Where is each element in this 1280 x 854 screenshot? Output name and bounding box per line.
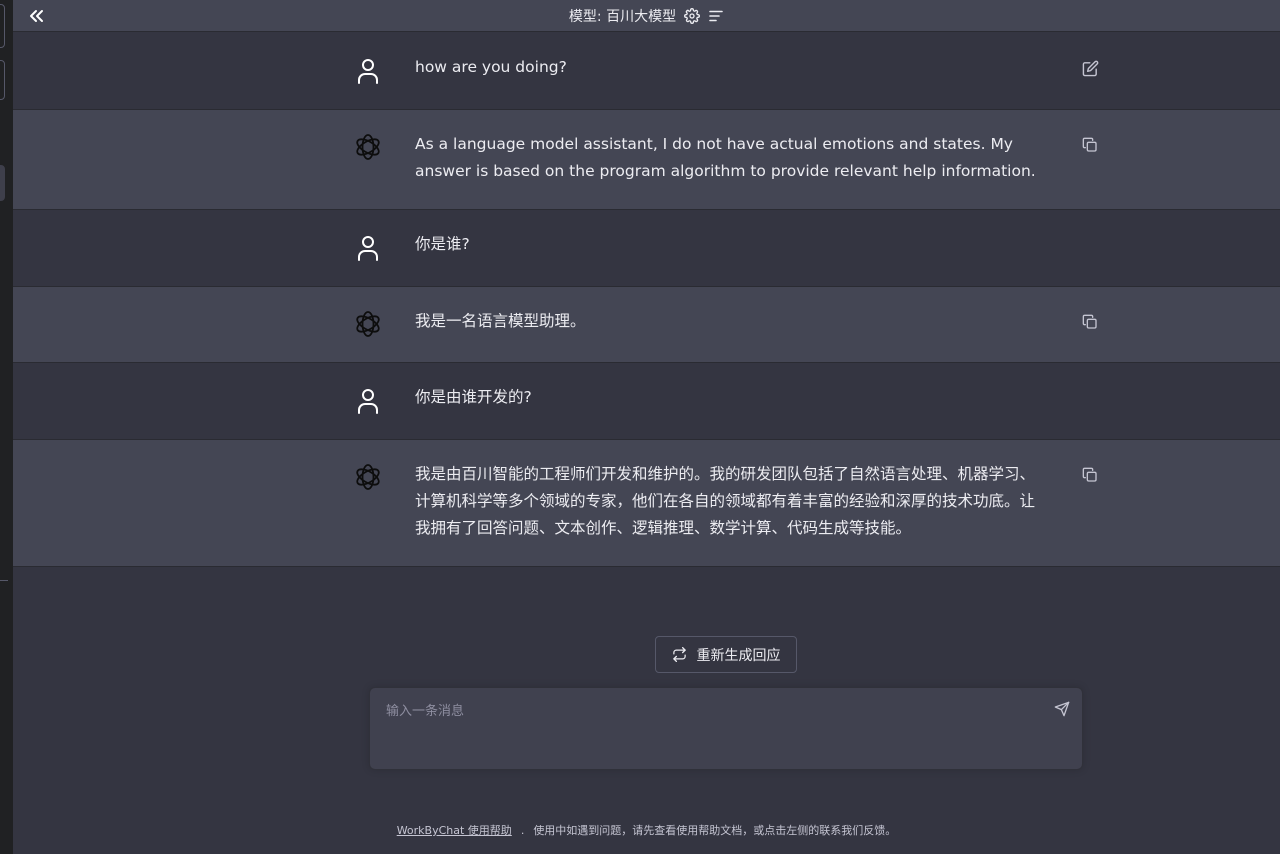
message-row-assistant: 我是由百川智能的工程师们开发和维护的。我的研发团队包括了自然语言处理、机器学习、…	[13, 440, 1280, 567]
message-text: 我是一名语言模型助理。	[415, 312, 586, 330]
edit-icon	[1082, 60, 1098, 76]
footer-text: 使用中如遇到问题，请先查看使用帮助文档，或点击左侧的联系我们反馈。	[533, 824, 897, 837]
sidebar-fragment	[0, 4, 5, 48]
settings-button[interactable]	[684, 8, 701, 24]
sidebar-fragment	[0, 60, 5, 100]
help-link[interactable]: WorkByChat 使用帮助	[397, 824, 512, 837]
sidebar-divider	[0, 580, 8, 581]
copy-icon	[1082, 314, 1097, 329]
regenerate-response-button[interactable]: 重新生成回应	[655, 636, 797, 673]
copy-icon	[1082, 137, 1097, 152]
message-text: As a language model assistant, I do not …	[415, 135, 1036, 180]
send-icon	[1054, 701, 1070, 717]
copy-icon	[1082, 467, 1097, 482]
user-icon	[358, 59, 378, 84]
user-avatar	[353, 386, 383, 416]
message-row-user: how are you doing?	[13, 33, 1280, 110]
message-composer	[369, 687, 1083, 770]
message-row-user: 你是由谁开发的?	[13, 363, 1280, 440]
message-input[interactable]	[370, 688, 1082, 769]
message-text: 你是谁?	[415, 235, 470, 253]
openai-logo-icon	[356, 311, 380, 337]
openai-logo-icon	[356, 134, 380, 160]
assistant-avatar	[353, 309, 383, 339]
copy-message-button[interactable]	[1080, 312, 1100, 332]
assistant-avatar	[353, 462, 383, 492]
message-text: 我是由百川智能的工程师们开发和维护的。我的研发团队包括了自然语言处理、机器学习、…	[415, 465, 1036, 537]
user-icon	[358, 236, 378, 261]
edit-message-button[interactable]	[1080, 58, 1100, 78]
copy-message-button[interactable]	[1080, 465, 1100, 485]
gear-icon	[684, 8, 701, 24]
sidebar-fragment	[0, 165, 5, 201]
message-row-assistant: As a language model assistant, I do not …	[13, 110, 1280, 210]
footer-separator: .	[520, 824, 525, 837]
message-text: 你是由谁开发的?	[415, 388, 532, 406]
footer-note: WorkByChat 使用帮助. 使用中如遇到问题，请先查看使用帮助文档，或点击左…	[13, 822, 1280, 838]
openai-logo-icon	[356, 464, 380, 490]
user-icon	[358, 389, 378, 414]
header-center: 模型: 百川大模型	[13, 0, 1280, 32]
regenerate-label: 重新生成回应	[696, 647, 781, 664]
menu-lines-icon	[709, 10, 723, 22]
user-avatar	[353, 56, 383, 86]
message-row-assistant: 我是一名语言模型助理。	[13, 287, 1280, 363]
copy-message-button[interactable]	[1080, 135, 1100, 155]
send-button[interactable]	[1052, 699, 1072, 719]
menu-button[interactable]	[708, 8, 724, 24]
refresh-icon	[672, 647, 686, 662]
message-text: how are you doing?	[415, 58, 567, 76]
chat-header: 模型: 百川大模型	[13, 0, 1280, 32]
assistant-avatar	[353, 132, 383, 162]
user-avatar	[353, 233, 383, 263]
model-title: 模型: 百川大模型	[568, 9, 677, 25]
collapsed-sidebar	[0, 0, 13, 854]
chat-main: 模型: 百川大模型 how are you doing? As a langua…	[13, 0, 1280, 854]
message-row-user: 你是谁?	[13, 210, 1280, 287]
